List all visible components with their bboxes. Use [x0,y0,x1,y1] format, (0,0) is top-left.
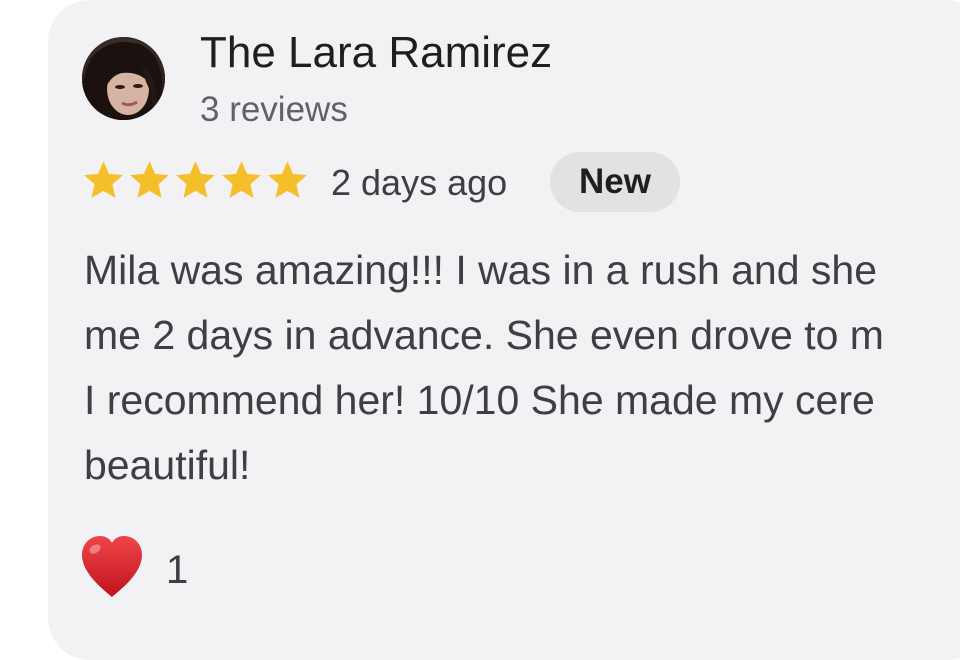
avatar-image [82,37,165,120]
review-date: 2 days ago [331,162,508,203]
star-rating [82,158,309,202]
star-icon [130,161,169,198]
review-text-line: Mila was amazing!!! I was in a rush and … [84,247,878,293]
new-badge: New [550,152,680,212]
author-review-count: 3 reviews [200,90,348,129]
star-icon [268,161,307,198]
heart-icon[interactable] [78,533,146,601]
star-icon [84,161,123,198]
review-text-line: I recommend her! 10/10 She made my cere [84,377,875,423]
author-name[interactable]: The Lara Ramirez [200,28,552,78]
star-icon [176,161,215,198]
heart-icon-graphic [82,536,142,597]
star-icon [222,161,261,198]
review-text-line: beautiful! [84,442,251,488]
reaction-count: 1 [166,548,189,592]
avatar[interactable] [82,37,165,120]
review-text-line: me 2 days in advance. She even drove to … [84,312,884,358]
review-text: Mila was amazing!!! I was in a rush and … [84,238,960,498]
